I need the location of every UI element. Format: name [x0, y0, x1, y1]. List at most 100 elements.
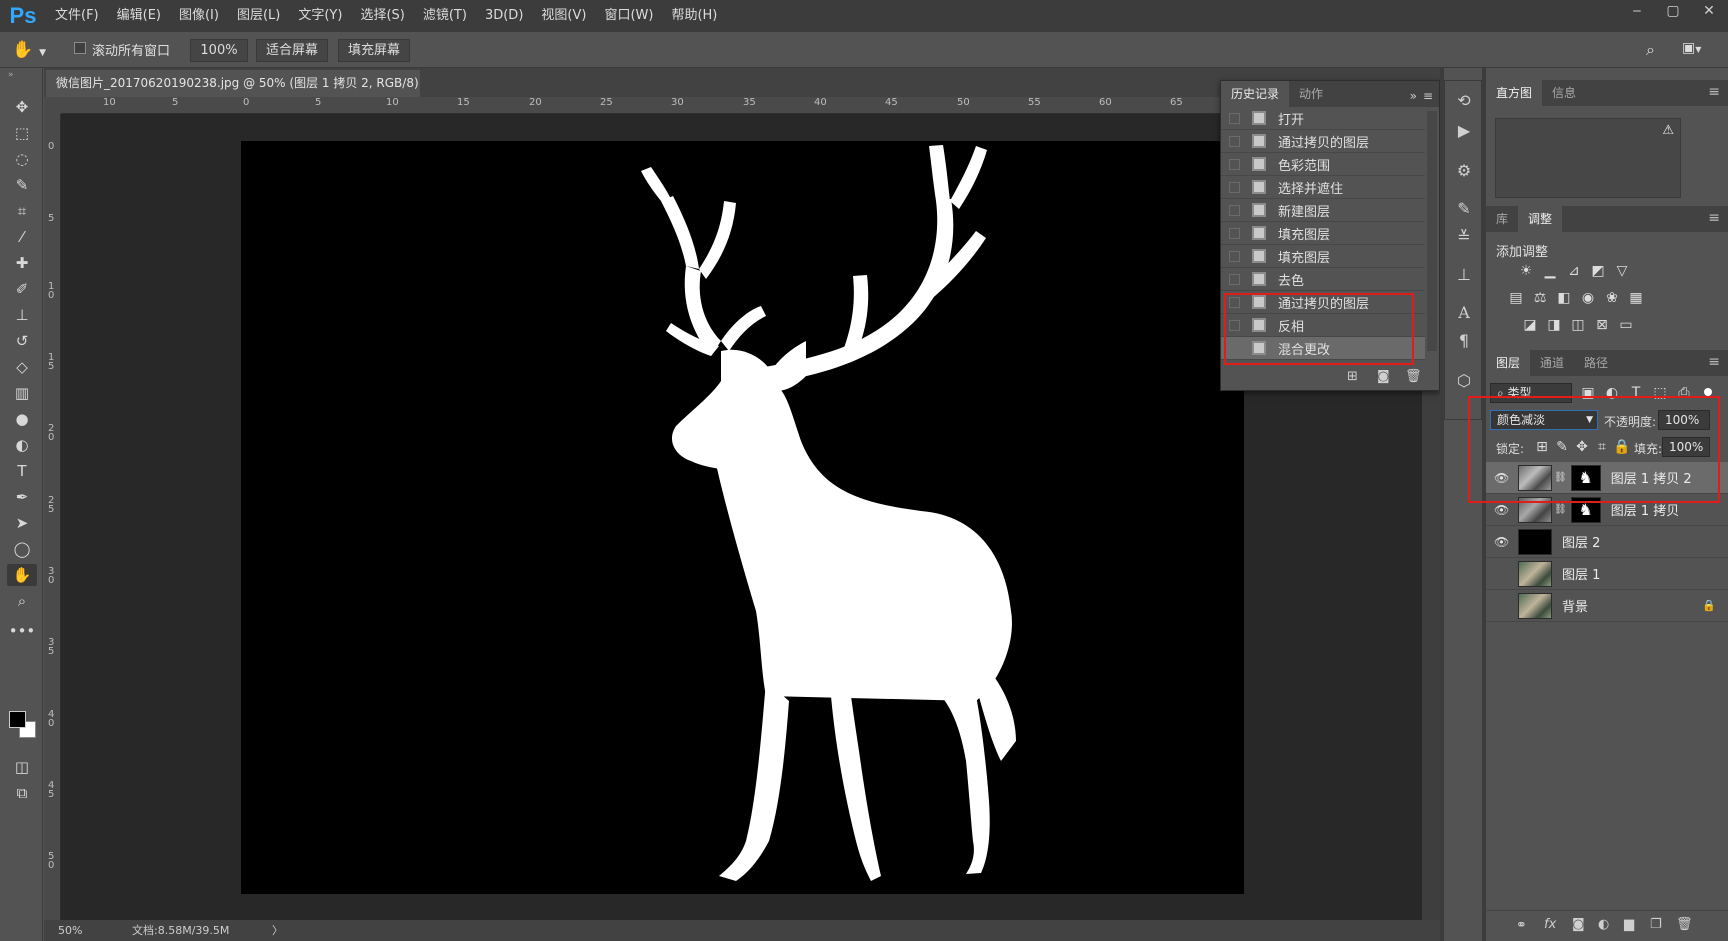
history-snapshot-checkbox[interactable]	[1229, 250, 1240, 262]
menu-window[interactable]: 窗口(W)	[595, 0, 662, 32]
zoom-100-button[interactable]: 100%	[190, 39, 248, 62]
layer-name[interactable]: 图层 2	[1562, 532, 1600, 551]
history-item[interactable]: 填充图层	[1221, 222, 1425, 245]
marquee-tool-icon[interactable]: ⬚	[7, 122, 37, 144]
clone-source-icon[interactable]: ⊥	[1454, 265, 1474, 285]
history-item[interactable]: 通过拷贝的图层	[1221, 130, 1425, 153]
layer-name[interactable]: 背景	[1562, 596, 1588, 615]
menu-select[interactable]: 选择(S)	[351, 0, 413, 32]
move-tool-icon[interactable]: ✥	[7, 96, 37, 118]
minimize-button[interactable]: ‒	[1624, 0, 1650, 22]
history-scrollbar[interactable]	[1427, 111, 1437, 351]
tab-layers[interactable]: 图层	[1486, 350, 1531, 376]
ruler-origin[interactable]	[44, 97, 61, 114]
panel-menu-icon[interactable]: ≡	[1708, 84, 1720, 100]
layers-empty-area[interactable]	[1486, 622, 1728, 910]
history-item[interactable]: 新建图层	[1221, 199, 1425, 222]
tab-history[interactable]: 历史记录	[1221, 81, 1290, 107]
new-snapshot-icon[interactable]: ◙	[1377, 369, 1390, 384]
visibility-eye-icon[interactable]: 👁	[1494, 567, 1508, 581]
brush-panel-icon[interactable]: ✎	[1454, 199, 1474, 219]
photo-filter-icon[interactable]: ◉	[1578, 289, 1598, 307]
posterize-icon[interactable]: ◨	[1544, 316, 1564, 334]
brush-settings-icon[interactable]: ≚	[1454, 227, 1474, 247]
maximize-button[interactable]: ▢	[1660, 0, 1686, 22]
hand-tool-icon[interactable]: ✋	[7, 564, 37, 586]
menu-image[interactable]: 图像(I)	[170, 0, 228, 32]
mask-link-icon[interactable]: ⛓	[1554, 504, 1567, 515]
tab-paths[interactable]: 路径	[1574, 350, 1618, 376]
invert-icon[interactable]: ◪	[1520, 316, 1540, 334]
layer-row[interactable]: 👁 图层 1	[1486, 558, 1728, 590]
panel-menu-icon[interactable]: ≡	[1708, 354, 1720, 370]
blur-tool-icon[interactable]: ●	[7, 408, 37, 430]
vibrance-icon[interactable]: ▽	[1612, 262, 1632, 280]
history-snapshot-checkbox[interactable]	[1229, 181, 1240, 193]
levels-icon[interactable]: ▁	[1540, 262, 1560, 280]
more-tools-icon[interactable]: •••	[7, 620, 37, 642]
history-item[interactable]: 填充图层	[1221, 245, 1425, 268]
history-panel-icon[interactable]: ⟲	[1454, 91, 1474, 111]
pen-tool-icon[interactable]: ✒	[7, 486, 37, 508]
history-snapshot-checkbox[interactable]	[1229, 112, 1240, 124]
history-snapshot-checkbox[interactable]	[1229, 227, 1240, 239]
layer-thumbnail[interactable]	[1518, 528, 1552, 555]
brush-tool-icon[interactable]: ✐	[7, 278, 37, 300]
tab-info[interactable]: 信息	[1542, 80, 1586, 106]
lasso-tool-icon[interactable]: ◌	[7, 148, 37, 170]
gradient-tool-icon[interactable]: ▥	[7, 382, 37, 404]
menu-file[interactable]: 文件(F)	[46, 0, 108, 32]
layer-row[interactable]: 👁 图层 2	[1486, 526, 1728, 558]
tab-histogram[interactable]: 直方图	[1486, 80, 1543, 106]
menu-filter[interactable]: 滤镜(T)	[414, 0, 476, 32]
new-layer-icon[interactable]: ❐	[1650, 917, 1662, 932]
document-image[interactable]	[241, 141, 1244, 894]
visibility-eye-icon[interactable]: 👁	[1494, 599, 1508, 613]
character-panel-icon[interactable]: A	[1454, 303, 1474, 323]
clone-stamp-tool-icon[interactable]: ⊥	[7, 304, 37, 326]
layer-row[interactable]: 👁 背景 🔒	[1486, 590, 1728, 622]
paragraph-panel-icon[interactable]: ¶	[1454, 331, 1474, 351]
exposure-icon[interactable]: ◩	[1588, 262, 1608, 280]
crop-tool-icon[interactable]: ⌗	[7, 200, 37, 222]
hue-saturation-icon[interactable]: ▤	[1506, 289, 1526, 307]
panel-menu-icon[interactable]: ≡	[1708, 210, 1720, 226]
black-white-icon[interactable]: ◧	[1554, 289, 1574, 307]
filter-toggle-icon[interactable]	[1704, 388, 1712, 396]
layer-name[interactable]: 图层 1	[1562, 564, 1600, 583]
zoom-level[interactable]: 50%	[58, 920, 82, 941]
layer-style-fx-icon[interactable]: fx	[1544, 917, 1556, 932]
panel-menu-icon[interactable]: ≡	[1423, 85, 1433, 107]
menu-type[interactable]: 文字(Y)	[289, 0, 351, 32]
close-button[interactable]: ✕	[1696, 0, 1722, 22]
history-snapshot-checkbox[interactable]	[1229, 204, 1240, 216]
tab-adjustments[interactable]: 调整	[1518, 206, 1563, 232]
eyedropper-tool-icon[interactable]: ⁄	[7, 226, 37, 248]
ellipse-tool-icon[interactable]: ◯	[7, 538, 37, 560]
threshold-icon[interactable]: ◫	[1568, 316, 1588, 334]
tab-channels[interactable]: 通道	[1530, 350, 1574, 376]
tab-libraries[interactable]: 库	[1486, 206, 1518, 232]
color-balance-icon[interactable]: ⚖	[1530, 289, 1550, 307]
healing-brush-tool-icon[interactable]: ✚	[7, 252, 37, 274]
layer-thumbnail[interactable]	[1518, 592, 1552, 619]
menu-view[interactable]: 视图(V)	[532, 0, 595, 32]
link-layers-icon[interactable]: ⚭	[1516, 918, 1527, 933]
menu-help[interactable]: 帮助(H)	[662, 0, 726, 32]
3d-panel-icon[interactable]: ⬡	[1454, 371, 1474, 391]
properties-panel-icon[interactable]: ⚙	[1454, 161, 1474, 181]
new-group-icon[interactable]: ▆	[1624, 917, 1634, 932]
history-item[interactable]: 选择并遮住	[1221, 176, 1425, 199]
history-item[interactable]: 打开	[1221, 107, 1425, 130]
actions-panel-icon[interactable]: ▶	[1454, 121, 1474, 141]
visibility-eye-icon[interactable]: 👁	[1494, 503, 1509, 517]
dodge-tool-icon[interactable]: ◐	[7, 434, 37, 456]
channel-mixer-icon[interactable]: ❀	[1602, 289, 1622, 307]
type-tool-icon[interactable]: T	[7, 460, 37, 482]
new-adjustment-layer-icon[interactable]: ◐	[1598, 917, 1609, 932]
menu-3d[interactable]: 3D(D)	[476, 0, 532, 32]
history-snapshot-checkbox[interactable]	[1229, 135, 1240, 147]
scroll-all-windows-checkbox[interactable]	[74, 42, 86, 54]
screen-mode-icon[interactable]: ⧉	[7, 782, 37, 804]
hand-tool-preset-icon[interactable]: ✋ ▼	[12, 38, 60, 62]
